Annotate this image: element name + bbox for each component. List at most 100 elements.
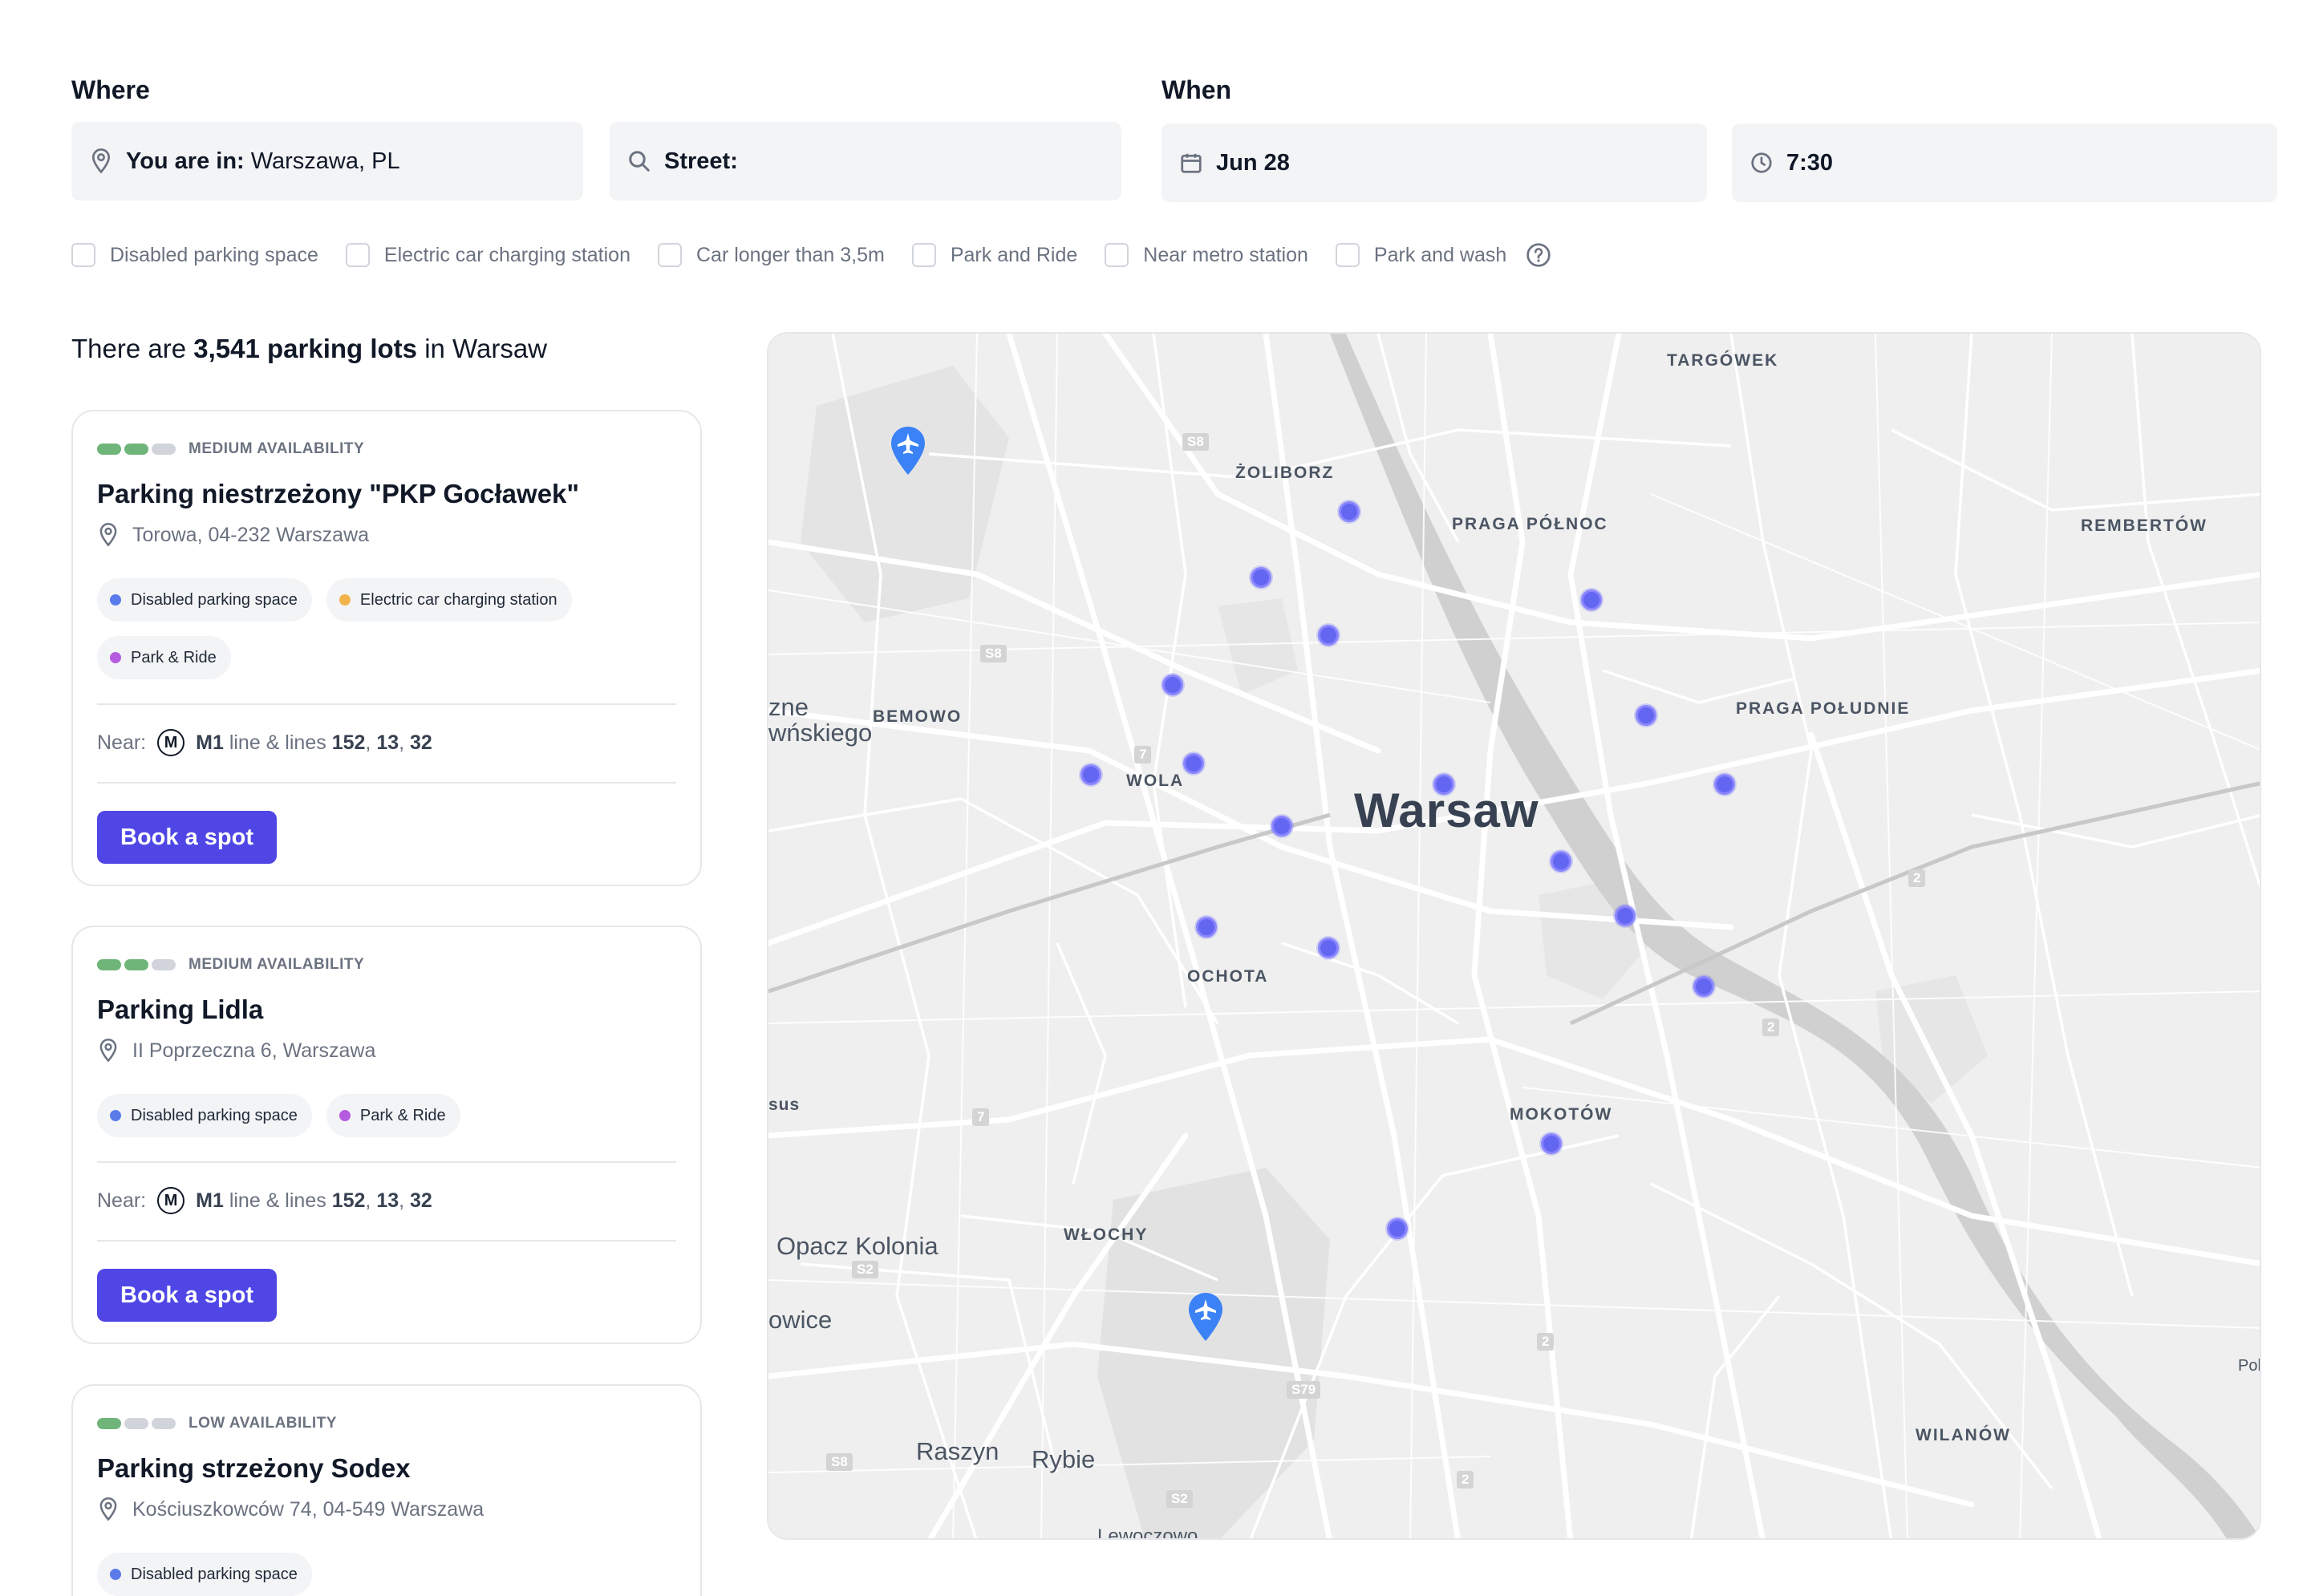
district-label: PRAGA POŁUDNIE	[1736, 699, 1911, 718]
tag-label: Park & Ride	[359, 1106, 446, 1124]
feature-tag: Disabled parking space	[97, 1094, 312, 1137]
district-label: REMBERTÓW	[2081, 516, 2207, 535]
checkbox[interactable]	[1335, 243, 1360, 267]
parking-card: MEDIUM AVAILABILITY Parking niestrzeżony…	[71, 410, 702, 886]
lines-text: line & lines	[229, 1189, 326, 1212]
location-pin-icon	[99, 1497, 117, 1521]
near-label: Near:	[97, 1189, 147, 1212]
date-field[interactable]: Jun 28	[1162, 124, 1707, 202]
divider	[97, 703, 676, 705]
results-suffix: in Warsaw	[424, 334, 548, 363]
parking-pin[interactable]	[1615, 905, 1636, 926]
time-field[interactable]: 7:30	[1732, 124, 2277, 202]
results-count-value: 3,541 parking lots	[193, 334, 418, 363]
when-label: When	[1162, 75, 1232, 104]
parking-pin[interactable]	[1693, 976, 1714, 997]
parking-pin[interactable]	[1636, 705, 1656, 726]
parking-pin[interactable]	[1433, 774, 1454, 795]
district-label: OCHOTA	[1187, 967, 1269, 986]
parking-pin[interactable]	[1541, 1133, 1562, 1154]
feature-tag: Park & Ride	[326, 1094, 460, 1137]
availability-pill	[152, 959, 176, 970]
airport-icon	[891, 427, 925, 475]
feature-tags: Disabled parking space Park & Ride	[97, 1094, 691, 1152]
tag-label: Disabled parking space	[131, 1565, 298, 1583]
filter-disabled-parking[interactable]: Disabled parking space	[71, 243, 318, 267]
checkbox[interactable]	[345, 243, 370, 267]
lines-text: line & lines	[229, 731, 326, 754]
road-shield: 2	[1537, 1333, 1555, 1351]
time-value: 7:30	[1786, 149, 1834, 176]
airport-icon	[1189, 1293, 1222, 1341]
parking-pin[interactable]	[1318, 938, 1339, 958]
availability-pill	[97, 959, 121, 970]
divider	[97, 782, 676, 784]
map-view[interactable]: S8 S8 7 2 2 7 S2 S79 2 S8 S2 2 TARGÓWEK …	[767, 332, 2261, 1540]
town-label: Opacz Kolonia	[776, 1232, 939, 1260]
district-label: ŻOLIBORZ	[1235, 464, 1335, 482]
parking-pin[interactable]	[1080, 764, 1101, 785]
parking-pin[interactable]	[1251, 567, 1271, 588]
parking-pin[interactable]	[1339, 501, 1360, 522]
parking-pin[interactable]	[1387, 1218, 1408, 1239]
parking-title[interactable]: Parking niestrzeżony "PKP Gocławek"	[97, 479, 579, 509]
parking-address: Kościuszkowców 74, 04-549 Warszawa	[97, 1497, 484, 1522]
tag-label: Electric car charging station	[359, 590, 557, 609]
book-spot-button[interactable]: Book a spot	[97, 811, 277, 864]
checkbox[interactable]	[911, 243, 936, 267]
tag-dot	[110, 652, 121, 663]
address-text: II Poprzeczna 6, Warszawa	[132, 1039, 376, 1062]
book-spot-button[interactable]: Book a spot	[97, 1269, 277, 1322]
filter-park-and-ride[interactable]: Park and Ride	[911, 243, 1077, 267]
location-pin-icon	[99, 523, 117, 547]
feature-tag: Disabled parking space	[97, 1553, 312, 1596]
metro-line: M1	[196, 731, 224, 754]
road-shield: 7	[972, 1108, 990, 1126]
tag-dot	[110, 1110, 121, 1121]
district-label: BEMOWO	[873, 707, 963, 726]
availability-pill	[97, 1418, 121, 1429]
checkbox[interactable]	[71, 243, 95, 267]
parking-pin[interactable]	[1271, 816, 1292, 836]
parking-pin[interactable]	[1581, 589, 1602, 610]
divider	[97, 1240, 676, 1242]
results-count: There are 3,541 parking lots in Warsaw	[71, 334, 547, 364]
location-field[interactable]: You are in: Warszawa, PL	[71, 122, 583, 201]
parking-title[interactable]: Parking strzeżony Sodex	[97, 1453, 411, 1484]
feature-tag: Park & Ride	[97, 636, 231, 679]
availability-text: MEDIUM AVAILABILITY	[189, 440, 365, 457]
filter-label: Near metro station	[1143, 243, 1308, 266]
checkbox[interactable]	[1105, 243, 1129, 267]
parking-pin[interactable]	[1551, 851, 1571, 872]
availability-pill	[97, 444, 121, 455]
filter-long-car[interactable]: Car longer than 3,5m	[657, 243, 885, 267]
parking-pin[interactable]	[1183, 753, 1204, 774]
checkbox[interactable]	[657, 243, 682, 267]
road-shield: S8	[1182, 433, 1209, 451]
town-label: Raszyn	[916, 1437, 999, 1465]
parking-pin[interactable]	[1714, 774, 1735, 795]
filter-park-and-wash[interactable]: Park and wash	[1335, 243, 1507, 267]
street-field[interactable]: Street:	[610, 122, 1121, 201]
parking-pin[interactable]	[1196, 917, 1217, 938]
help-icon[interactable]	[1526, 242, 1551, 268]
street-label: Street:	[664, 148, 738, 174]
tag-dot	[110, 594, 121, 606]
parking-pin[interactable]	[1318, 625, 1339, 646]
filter-near-metro[interactable]: Near metro station	[1105, 243, 1308, 267]
bus-line: 32	[410, 731, 432, 754]
parking-pin[interactable]	[1162, 674, 1183, 695]
filter-label: Electric car charging station	[383, 243, 630, 266]
divider	[97, 1161, 676, 1163]
availability-text: MEDIUM AVAILABILITY	[189, 956, 365, 973]
results-prefix: There are	[71, 334, 187, 363]
parking-title[interactable]: Parking Lidla	[97, 994, 263, 1025]
bus-line: 13	[376, 731, 399, 754]
address-text: Kościuszkowców 74, 04-549 Warszawa	[132, 1497, 484, 1521]
filter-label: Car longer than 3,5m	[695, 243, 885, 266]
search-icon	[629, 151, 650, 172]
filter-label: Park and wash	[1373, 243, 1507, 266]
road-shield: S8	[826, 1453, 853, 1471]
availability-pill	[124, 1418, 148, 1429]
filter-ev-charging[interactable]: Electric car charging station	[345, 243, 630, 267]
